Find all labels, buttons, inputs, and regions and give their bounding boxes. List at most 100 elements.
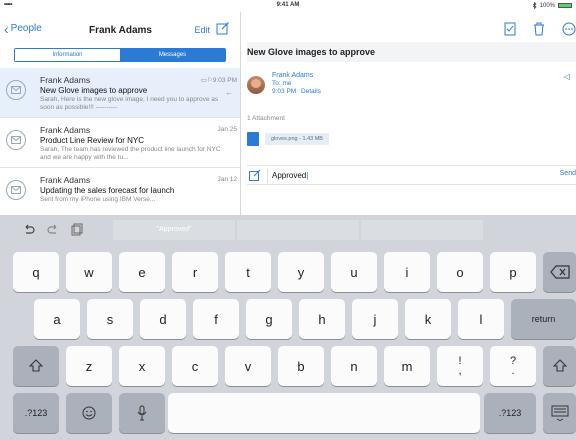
- message-preview: Sarah, The team has reviewed the product…: [40, 146, 221, 161]
- text-cursor: |: [306, 171, 309, 180]
- emoji-key[interactable]: [66, 393, 112, 433]
- sent-time: 9:03 PM Details: [272, 88, 321, 95]
- email-subject: New Glove images to approve: [247, 42, 576, 62]
- battery-icon: [558, 3, 572, 8]
- tab-information[interactable]: Information: [15, 49, 120, 61]
- key-o[interactable]: o: [437, 252, 483, 292]
- return-key[interactable]: return: [511, 299, 576, 339]
- tab-messages[interactable]: Messages: [120, 49, 225, 61]
- compose-icon[interactable]: [216, 21, 230, 35]
- bluetooth-icon: [532, 2, 537, 9]
- key-b[interactable]: b: [278, 346, 324, 386]
- compose-icon[interactable]: [249, 169, 261, 181]
- reply-bar: Approved| Send: [247, 165, 576, 185]
- key-y[interactable]: y: [278, 252, 324, 292]
- key-q[interactable]: q: [13, 252, 59, 292]
- image-file-icon: [247, 132, 259, 146]
- key-k[interactable]: k: [405, 299, 451, 339]
- message-item[interactable]: Frank Adams ▭⚐9:03 PM New Glove images t…: [0, 68, 240, 118]
- key-c[interactable]: c: [172, 346, 218, 386]
- message-from: Frank Adams: [40, 175, 91, 185]
- message-item[interactable]: Frank Adams Jan 25 Product Line Review f…: [0, 118, 240, 168]
- suggestion-2[interactable]: [237, 220, 359, 240]
- reply-arrow-icon[interactable]: ◁: [564, 72, 570, 81]
- key-n[interactable]: n: [331, 346, 377, 386]
- numbers-key-left[interactable]: .?123: [13, 393, 59, 433]
- more-icon[interactable]: [562, 22, 576, 36]
- message-from: Frank Adams: [40, 125, 91, 135]
- key-u[interactable]: u: [331, 252, 377, 292]
- numbers-key-right[interactable]: .?123: [484, 393, 536, 433]
- redo-icon[interactable]: [46, 223, 60, 237]
- suggestion-3[interactable]: [361, 220, 483, 240]
- archive-icon[interactable]: [504, 22, 516, 36]
- key-m[interactable]: m: [384, 346, 430, 386]
- status-time: 9:41 AM: [276, 2, 300, 8]
- envelope-icon: [6, 180, 26, 200]
- edit-button[interactable]: Edit: [194, 25, 210, 35]
- shift-icon: [29, 359, 43, 372]
- key-f[interactable]: f: [193, 299, 239, 339]
- key-x[interactable]: x: [119, 346, 165, 386]
- message-preview: Sent from my iPhone using IBM Verse...: [40, 196, 156, 203]
- predictive-bar: "Approved": [0, 215, 576, 245]
- hide-keyboard-key[interactable]: [543, 393, 576, 433]
- microphone-icon: [137, 405, 147, 421]
- keyboard: "Approved" q w e r t y u i o p a s d f g…: [0, 215, 576, 439]
- key-i[interactable]: i: [384, 252, 430, 292]
- sender-name[interactable]: Frank Adams: [272, 72, 313, 79]
- segmented-control: Information Messages: [14, 48, 226, 62]
- key-w[interactable]: w: [66, 252, 112, 292]
- envelope-icon: [6, 80, 26, 100]
- key-question-period[interactable]: ?.: [490, 346, 536, 386]
- emoji-icon: [82, 406, 96, 420]
- avatar[interactable]: [247, 76, 265, 94]
- suggestion-1[interactable]: "Approved": [113, 220, 235, 240]
- key-l[interactable]: l: [458, 299, 504, 339]
- left-nav-bar: ‹ People Frank Adams Edit: [0, 12, 240, 44]
- delete-key[interactable]: [543, 252, 576, 292]
- key-r[interactable]: r: [172, 252, 218, 292]
- key-e[interactable]: e: [119, 252, 165, 292]
- message-from: Frank Adams: [40, 75, 91, 85]
- reply-input[interactable]: Approved|: [267, 169, 549, 183]
- key-g[interactable]: g: [246, 299, 292, 339]
- key-h[interactable]: h: [299, 299, 345, 339]
- trash-icon[interactable]: [533, 22, 545, 36]
- envelope-icon: [6, 130, 26, 150]
- message-date: Jan 12: [217, 176, 237, 183]
- undo-icon[interactable]: [22, 223, 36, 237]
- attachment-count: 1 Attachment: [247, 115, 285, 122]
- attachment-name: gloves.png - 1.43 MB: [265, 133, 329, 145]
- recipient-line: To: me: [272, 80, 292, 87]
- shift-key-left[interactable]: [13, 346, 59, 386]
- detail-toolbar: [242, 12, 576, 42]
- keyboard-dismiss-icon: [551, 405, 568, 421]
- message-subject: New Glove images to approve: [40, 86, 148, 95]
- key-s[interactable]: s: [87, 299, 133, 339]
- send-button[interactable]: Send: [560, 170, 576, 177]
- key-exclamation-comma[interactable]: !,: [437, 346, 483, 386]
- message-item[interactable]: Frank Adams Jan 12 Updating the sales fo…: [0, 168, 240, 215]
- paste-icon[interactable]: [70, 223, 84, 237]
- key-v[interactable]: v: [225, 346, 271, 386]
- status-bar: ••••• 9:41 AM 100%: [0, 0, 576, 12]
- key-j[interactable]: j: [352, 299, 398, 339]
- status-right: 100%: [532, 2, 572, 9]
- message-date: ▭⚐9:03 PM: [200, 77, 237, 84]
- attachment-item[interactable]: gloves.png - 1.43 MB: [247, 132, 329, 146]
- details-link[interactable]: Details: [301, 88, 321, 95]
- key-z[interactable]: z: [66, 346, 112, 386]
- message-preview: Sarah, Here is the new glove image, I ne…: [40, 96, 219, 111]
- shift-icon: [552, 359, 567, 372]
- key-d[interactable]: d: [140, 299, 186, 339]
- key-p[interactable]: p: [490, 252, 536, 292]
- message-detail-pane: New Glove images to approve Frank Adams …: [242, 12, 576, 215]
- key-a[interactable]: a: [34, 299, 80, 339]
- shift-key-right[interactable]: [543, 346, 576, 386]
- message-subject: Updating the sales forecast for launch: [40, 186, 175, 195]
- key-t[interactable]: t: [225, 252, 271, 292]
- space-bar[interactable]: [168, 393, 480, 433]
- dictation-key[interactable]: [119, 393, 165, 433]
- battery-percent: 100%: [539, 2, 555, 9]
